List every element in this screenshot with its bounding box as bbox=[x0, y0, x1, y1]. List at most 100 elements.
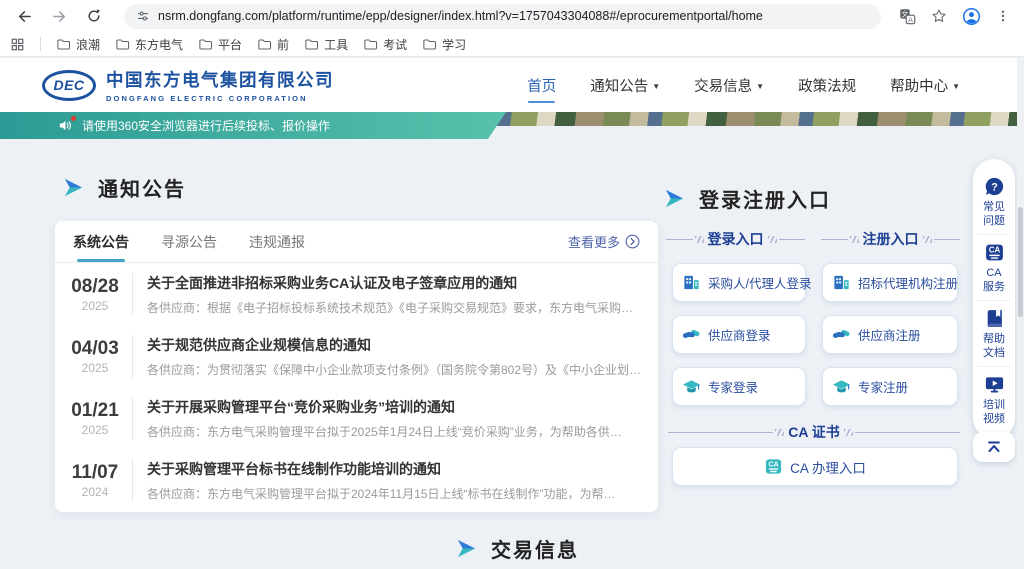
notice-title: 关于全面推进非招标采购业务CA认证及电子签章应用的通知 bbox=[147, 273, 640, 293]
notice-date: 11/07 2024 bbox=[67, 462, 123, 499]
sidebar-item-icon bbox=[984, 374, 1005, 395]
notice-date-monthday: 04/03 bbox=[67, 338, 123, 360]
ticker-text: 请使用360安全浏览器进行后续投标、报价操作 bbox=[82, 117, 330, 134]
notification-dot bbox=[71, 116, 76, 121]
ca-entry-button[interactable]: CA CA 办理入口 bbox=[672, 447, 958, 486]
menu-kebab-icon[interactable] bbox=[996, 8, 1010, 24]
browser-actions: 文A bbox=[899, 7, 1010, 26]
reload-icon[interactable] bbox=[86, 8, 102, 24]
folder-icon bbox=[198, 37, 213, 52]
url-text[interactable]: nsrm.dongfang.com/platform/runtime/epp/d… bbox=[158, 9, 763, 23]
notice-body: 关于采购管理平台标书在线制作功能培训的通知 各供应商：东方电气采购管理平台拟于2… bbox=[132, 459, 640, 502]
section-title: 交易信息 bbox=[491, 534, 579, 563]
register-button[interactable]: 专家注册 bbox=[822, 367, 958, 406]
tab-label: 违规通报 bbox=[249, 232, 305, 252]
sidebar-item[interactable]: CA CA 服务 bbox=[977, 234, 1011, 300]
section-arrow-icon bbox=[62, 176, 85, 199]
scrollbar-thumb[interactable] bbox=[1018, 207, 1023, 317]
forward-icon[interactable] bbox=[51, 8, 68, 25]
decorative-line bbox=[779, 239, 806, 240]
view-more-link[interactable]: 查看更多 bbox=[568, 232, 640, 251]
notice-tab[interactable]: 系统公告 bbox=[73, 221, 129, 262]
circle-arrow-icon bbox=[625, 234, 640, 249]
section-arrow-icon bbox=[663, 187, 686, 210]
decorative-slashes bbox=[923, 236, 932, 243]
nav-item[interactable]: 政策法规 ▼ bbox=[798, 58, 856, 112]
notice-tab[interactable]: 寻源公告 bbox=[161, 221, 217, 262]
login-button[interactable]: 供应商登录 bbox=[672, 315, 806, 354]
company-name-cn: 中国东方电气集团有限公司 bbox=[106, 67, 334, 92]
company-logo[interactable]: DEC 中国东方电气集团有限公司 DONGFANG ELECTRIC CORPO… bbox=[42, 67, 334, 103]
back-to-top-icon bbox=[985, 438, 1003, 456]
folder-icon bbox=[363, 37, 378, 52]
login-button-icon bbox=[682, 377, 701, 396]
notice-tab[interactable]: 违规通报 bbox=[249, 221, 305, 262]
bookmark-label: 前 bbox=[277, 36, 289, 53]
notice-summary: 各供应商：东方电气采购管理平台拟于2024年11月15日上线“标书在线制作”功能… bbox=[147, 485, 640, 502]
bookmark-label: 学习 bbox=[442, 36, 466, 53]
svg-text:?: ? bbox=[991, 181, 998, 193]
profile-icon[interactable] bbox=[962, 7, 981, 26]
site-settings-icon[interactable] bbox=[136, 9, 150, 23]
nav-item-label: 通知公告 bbox=[590, 75, 648, 96]
sidebar-item[interactable]: 培训 视频 bbox=[977, 366, 1011, 432]
folder-icon bbox=[304, 37, 319, 52]
nav-item[interactable]: 交易信息 ▼ bbox=[694, 58, 764, 112]
register-subheader-label: 注册入口 bbox=[863, 229, 919, 249]
notice-date-year: 2025 bbox=[67, 299, 123, 313]
bookmark-star-icon[interactable] bbox=[931, 8, 947, 24]
notices-tabbar: 系统公告 寻源公告 违规通报 查看更多 bbox=[55, 221, 658, 263]
nav-item[interactable]: 首页 ▼ bbox=[527, 58, 556, 112]
notice-item[interactable]: 01/21 2025 关于开展采购管理平台“竞价采购业务”培训的通知 各供应商：… bbox=[55, 387, 658, 449]
sidebar-item[interactable]: ? 常见 问题 bbox=[977, 169, 1011, 234]
register-button-icon bbox=[832, 377, 851, 396]
translate-icon[interactable]: 文A bbox=[899, 8, 916, 25]
nav-item-label: 交易信息 bbox=[694, 75, 752, 96]
sidebar-item-icon: CA bbox=[984, 242, 1005, 263]
company-name-en: DONGFANG ELECTRIC CORPORATION bbox=[106, 94, 334, 103]
bookmark-label: 平台 bbox=[218, 36, 242, 53]
notice-item[interactable]: 11/07 2024 关于采购管理平台标书在线制作功能培训的通知 各供应商：东方… bbox=[55, 449, 658, 511]
bookmark-folder[interactable]: 学习 bbox=[422, 36, 466, 53]
login-button-icon bbox=[682, 325, 701, 344]
notice-item[interactable]: 04/03 2025 关于规范供应商企业规模信息的通知 各供应商：为贯彻落实《保… bbox=[55, 325, 658, 387]
register-button-label: 招标代理机构注册 bbox=[858, 273, 958, 292]
login-button[interactable]: 专家登录 bbox=[672, 367, 806, 406]
browser-toolbar: nsrm.dongfang.com/platform/runtime/epp/d… bbox=[0, 0, 1024, 32]
ca-entry-label: CA 办理入口 bbox=[790, 457, 866, 477]
sidebar-item-label: 问题 bbox=[983, 214, 1005, 228]
back-to-top-button[interactable] bbox=[973, 432, 1015, 462]
back-icon[interactable] bbox=[16, 8, 33, 25]
bookmark-folder[interactable]: 工具 bbox=[304, 36, 348, 53]
notice-title: 关于采购管理平台标书在线制作功能培训的通知 bbox=[147, 459, 640, 479]
register-subheader: 注册入口 bbox=[821, 229, 960, 249]
bookmark-folder[interactable]: 东方电气 bbox=[115, 36, 183, 53]
notice-body: 关于规范供应商企业规模信息的通知 各供应商：为贯彻落实《保障中小企业款项支付条例… bbox=[132, 335, 640, 378]
svg-text:CA: CA bbox=[768, 461, 778, 469]
bookmark-folder[interactable]: 考试 bbox=[363, 36, 407, 53]
nav-item[interactable]: 帮助中心 ▼ bbox=[890, 58, 960, 112]
bookmark-folder[interactable]: 浪潮 bbox=[56, 36, 100, 53]
bookmark-folder[interactable]: 前 bbox=[257, 36, 289, 53]
register-button[interactable]: 供应商注册 bbox=[822, 315, 958, 354]
notice-item[interactable]: 08/28 2025 关于全面推进非招标采购业务CA认证及电子签章应用的通知 各… bbox=[55, 263, 658, 325]
login-button[interactable]: 采购人/代理人登录 bbox=[672, 263, 806, 302]
register-button[interactable]: 招标代理机构注册 bbox=[822, 263, 958, 302]
notice-summary: 各供应商：为贯彻落实《保障中小企业款项支付条例》（国务院令第802号）及《中小企… bbox=[147, 361, 640, 378]
register-button-label: 供应商注册 bbox=[858, 325, 921, 344]
sidebar-item-label: 视频 bbox=[983, 412, 1005, 426]
register-button-icon bbox=[832, 325, 851, 344]
apps-grid-icon[interactable] bbox=[10, 37, 25, 52]
nav-item[interactable]: 通知公告 ▼ bbox=[590, 58, 660, 112]
notice-summary: 各供应商：根据《电子招标投标系统技术规范》《电子采购交易规范》要求，东方电气采购… bbox=[147, 299, 640, 316]
sidebar-item[interactable]: 帮助 文档 bbox=[977, 300, 1011, 366]
section-arrow-icon bbox=[455, 537, 478, 560]
notice-date: 01/21 2025 bbox=[67, 400, 123, 437]
site-header: DEC 中国东方电气集团有限公司 DONGFANG ELECTRIC CORPO… bbox=[0, 58, 1024, 112]
bookmark-folder[interactable]: 平台 bbox=[198, 36, 242, 53]
url-bar[interactable]: nsrm.dongfang.com/platform/runtime/epp/d… bbox=[124, 4, 881, 29]
folder-icon bbox=[422, 37, 437, 52]
decorative-line bbox=[821, 239, 848, 240]
decorative-line bbox=[934, 239, 961, 240]
speaker-icon bbox=[58, 118, 73, 133]
